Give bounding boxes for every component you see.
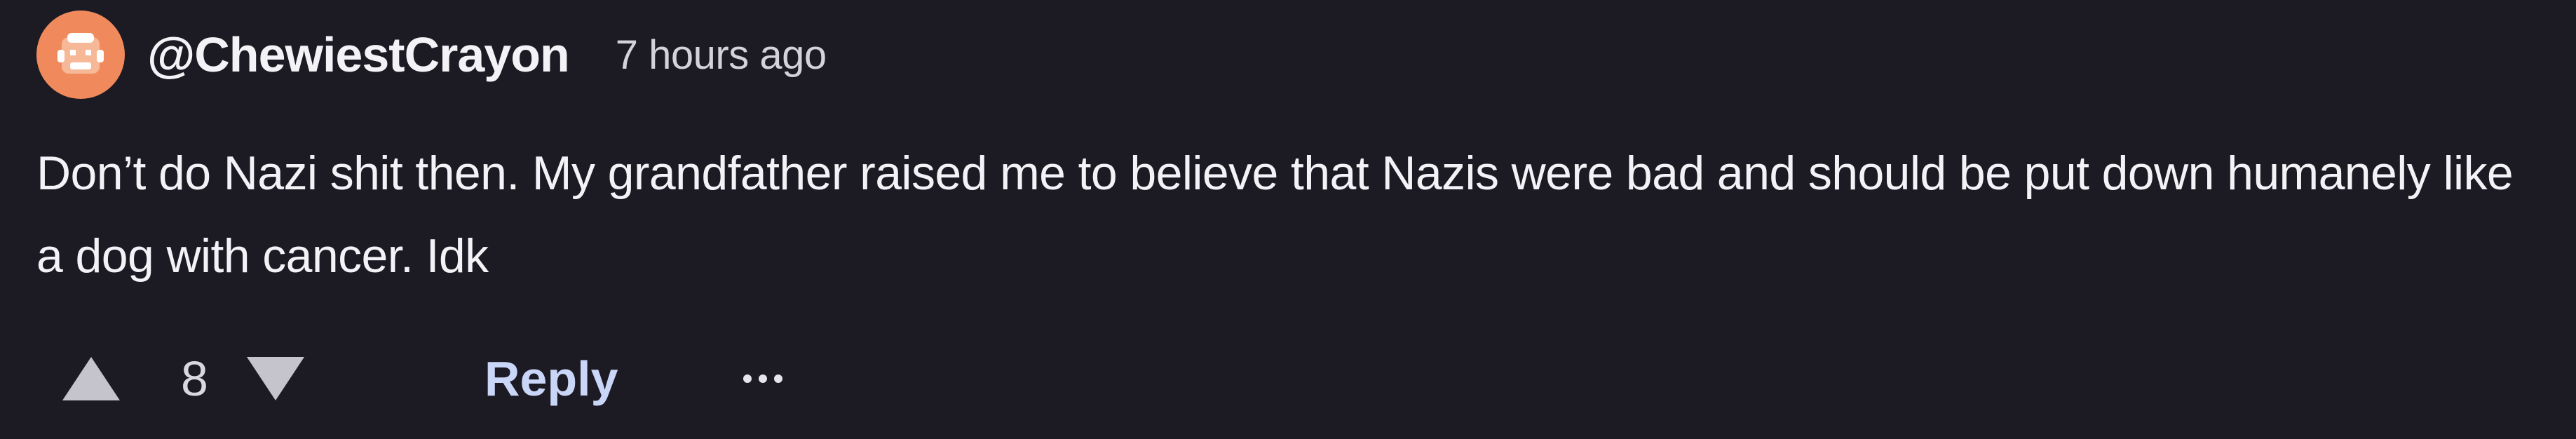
- more-options-button[interactable]: [743, 358, 789, 400]
- reply-button[interactable]: Reply: [484, 351, 618, 407]
- downvote-arrow-icon: [246, 357, 304, 400]
- vote-count: 8: [181, 351, 208, 406]
- upvote-button[interactable]: [57, 344, 125, 414]
- more-options-icon: [773, 374, 782, 383]
- avatar[interactable]: [36, 11, 125, 99]
- upvote-arrow-icon: [62, 357, 120, 400]
- comment-actions: 8 Reply: [57, 344, 789, 414]
- more-options-icon: [758, 374, 767, 383]
- comment-text: Don’t do Nazi shit then. My grandfather …: [36, 147, 2514, 283]
- more-options-icon: [743, 374, 752, 383]
- comment-card: @ChewiestCrayon 7 hours ago Don’t do Naz…: [0, 0, 2576, 439]
- username[interactable]: @ChewiestCrayon: [147, 27, 570, 83]
- face-avatar-icon: [57, 33, 104, 74]
- comment-header: @ChewiestCrayon 7 hours ago: [36, 11, 827, 99]
- timestamp: 7 hours ago: [615, 32, 827, 78]
- downvote-button[interactable]: [242, 344, 309, 414]
